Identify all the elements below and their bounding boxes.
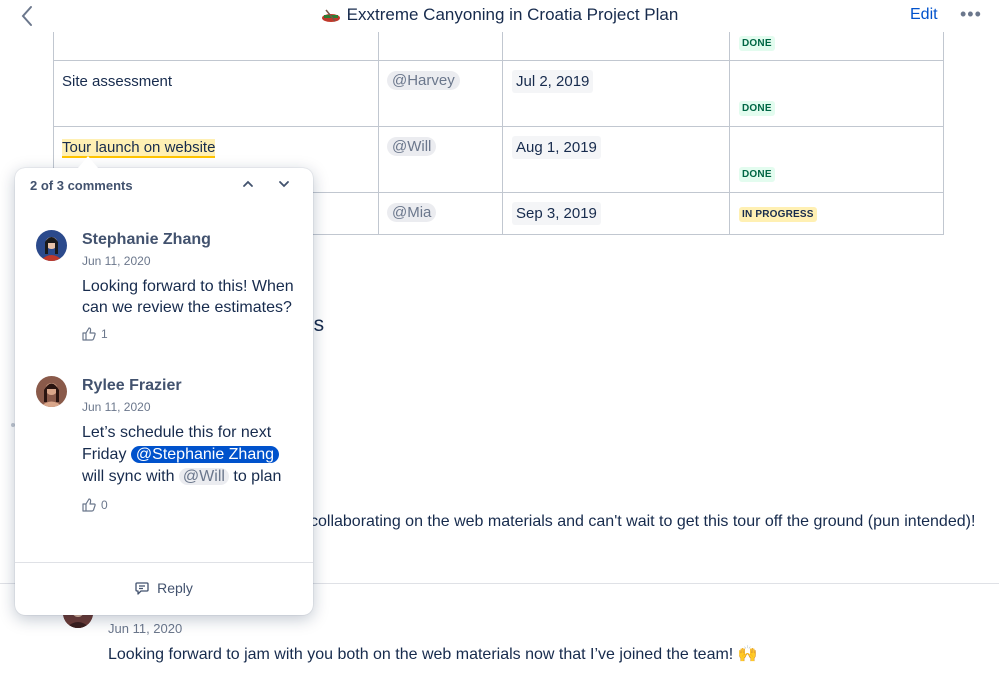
like-count: 1 [101, 327, 108, 341]
chevron-up-icon [243, 180, 253, 187]
date-cell: Aug 1, 2019 [502, 126, 730, 193]
previous-comment-button[interactable] [241, 177, 255, 196]
table-row: Site assessment @Harvey Jul 2, 2019 DONE [53, 60, 944, 127]
reply-button[interactable]: Reply [15, 580, 313, 596]
due-date[interactable]: Jul 2, 2019 [512, 70, 594, 93]
task-cell [53, 28, 379, 61]
comment-date: Jun 11, 2020 [82, 254, 151, 268]
user-mention[interactable]: @Will [178, 468, 229, 485]
owner-cell [378, 28, 503, 61]
page-title: Exxtreme Canyoning in Croatia Project Pl… [0, 5, 999, 28]
comment-text-part: to plan [233, 468, 282, 485]
date-cell: Jul 2, 2019 [502, 60, 730, 127]
status-badge: DONE [739, 167, 775, 182]
date-cell: Sep 3, 2019 [502, 192, 730, 235]
top-bar: Exxtreme Canyoning in Croatia Project Pl… [0, 0, 999, 32]
due-date[interactable]: Sep 3, 2019 [512, 202, 601, 225]
comment-author: Stephanie Zhang [82, 231, 211, 248]
task-name: Site assessment [62, 73, 173, 90]
comment-text-part: will sync with [82, 468, 175, 485]
comment-date: Jun 11, 2020 [108, 621, 183, 636]
comment-text: Looking forward to this! When can we rev… [82, 278, 294, 316]
owner-cell: @Harvey [378, 60, 503, 127]
comments-popover: 2 of 3 comments Stephanie Zhang Jun 11, … [15, 168, 313, 615]
avatar[interactable] [36, 230, 67, 261]
next-comment-button[interactable] [277, 177, 291, 196]
like-button[interactable]: 0 [82, 498, 108, 512]
comment-counter: 2 of 3 comments [30, 178, 133, 193]
thumbs-up-icon [82, 327, 96, 341]
status-cell: DONE [729, 28, 944, 61]
status-badge: DONE [739, 36, 775, 51]
comment-author: Rylee Frazier [82, 377, 182, 394]
due-date[interactable]: Aug 1, 2019 [512, 136, 601, 159]
table-row: DONE [53, 28, 944, 61]
comment-body-partial: collaborating on the web materials and c… [310, 513, 976, 530]
page-title-text: Exxtreme Canyoning in Croatia Project Pl… [346, 5, 679, 24]
thumbs-up-icon [82, 498, 96, 512]
chevron-down-icon [279, 181, 289, 188]
status-cell: IN PROGRESS [729, 192, 944, 235]
owner-cell: @Will [378, 126, 503, 193]
popover-pointer [78, 156, 98, 168]
user-mention[interactable]: @Stephanie Zhang [130, 446, 280, 463]
avatar[interactable] [36, 376, 67, 407]
reply-label: Reply [157, 580, 193, 596]
comment-text: Let’s schedule this for next Friday @Ste… [82, 422, 304, 488]
status-badge: DONE [739, 101, 775, 116]
owner-mention[interactable]: @Harvey [387, 71, 460, 90]
owner-mention[interactable]: @Will [387, 137, 437, 156]
more-icon[interactable]: ••• [960, 4, 982, 25]
date-cell [502, 28, 730, 61]
owner-mention[interactable]: @Mia [387, 203, 437, 222]
task-cell: Site assessment [53, 60, 379, 127]
status-cell: DONE [729, 60, 944, 127]
like-button[interactable]: 1 [82, 327, 108, 341]
raft-emoji-icon [321, 8, 341, 28]
comment-date: Jun 11, 2020 [82, 400, 151, 414]
owner-cell: @Mia [378, 192, 503, 235]
like-count: 0 [101, 498, 108, 512]
status-badge: IN PROGRESS [739, 207, 817, 222]
edit-button[interactable]: Edit [910, 6, 938, 24]
comment-text: Looking forward to jam with you both on … [108, 646, 758, 663]
status-cell: DONE [729, 126, 944, 193]
divider [15, 562, 313, 563]
comment-icon [135, 582, 149, 595]
